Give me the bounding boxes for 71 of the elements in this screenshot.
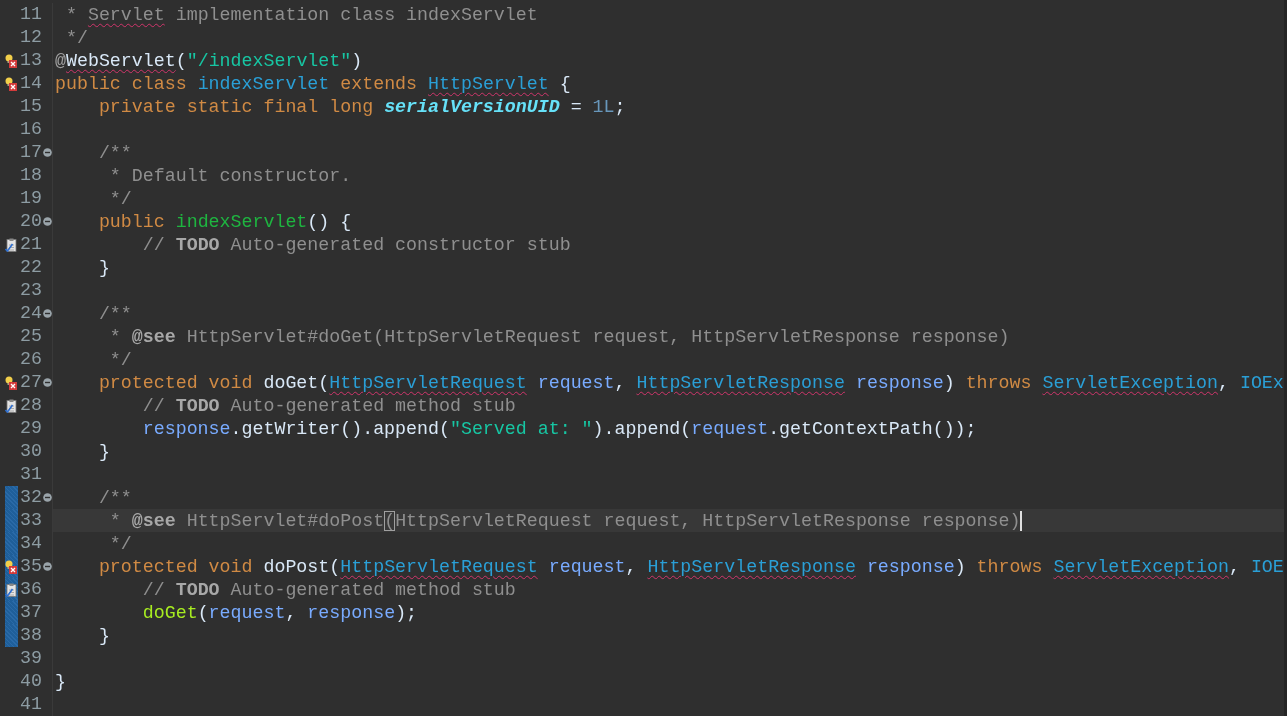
line-number: 37 (19, 601, 42, 624)
fold-minus-icon[interactable] (42, 378, 52, 387)
fold-minus-icon[interactable] (42, 148, 52, 157)
code-line: // TODO Auto-generated method stub (141, 578, 516, 601)
line-number: 25 (19, 325, 42, 348)
fold-minus-icon[interactable] (42, 562, 52, 571)
code-line: * @see HttpServlet#doGet(HttpServletRequest request, HttpServletResponse response) (108, 325, 1010, 348)
line-number: 14 (19, 72, 42, 95)
code-line: public indexServlet() { (97, 210, 352, 233)
code-line: * Default constructor. (108, 164, 352, 187)
clipboard-check-icon (5, 237, 17, 252)
line-number: 39 (19, 647, 42, 670)
line-number: 26 (19, 348, 42, 371)
line-number: 11 (19, 3, 42, 26)
lightbulb-error-icon (5, 375, 17, 390)
line-number: 36 (19, 578, 42, 601)
fold-minus-icon[interactable] (42, 493, 52, 502)
line-number: 38 (19, 624, 42, 647)
line-number: 32 (19, 486, 42, 509)
code-line: doGet(request, response); (141, 601, 418, 624)
code-line: @WebServlet("/indexServlet") (55, 49, 363, 72)
line-number: 18 (19, 164, 42, 187)
code-line: protected void doPost(HttpServletRequest request, HttpServletResponse response) throws ServletException, IOE (97, 555, 1284, 578)
line-number: 27 (19, 371, 42, 394)
code-line: protected void doGet(HttpServletRequest request, HttpServletResponse response) throws ServletException, IOEx (97, 371, 1284, 394)
line-number: 35 (19, 555, 42, 578)
line-number: 15 (19, 95, 42, 118)
line-number: 28 (19, 394, 42, 417)
fold-minus-icon[interactable] (42, 217, 52, 226)
clipboard-check-icon (5, 582, 17, 597)
line-number: 31 (19, 463, 42, 486)
text-cursor (1020, 510, 1023, 531)
code-line: /** (97, 141, 132, 164)
code-line: response.getWriter().append("Served at: ").append(request.getContextPath()); (141, 417, 977, 440)
code-line: * Servlet implementation class indexServlet (64, 3, 538, 26)
code-line: } (97, 440, 110, 463)
line-number: 19 (19, 187, 42, 210)
code-line: private static final long serialVersionUID = 1L; (97, 95, 626, 118)
line-number: 20 (19, 210, 42, 233)
code-line: * @see HttpServlet#doPost(HttpServletRequest request, HttpServletResponse response) (108, 509, 1021, 532)
line-number: 40 (19, 670, 42, 693)
code-line: } (55, 670, 66, 693)
line-number: 24 (19, 302, 42, 325)
line-number: 13 (19, 49, 42, 72)
code-line: public class indexServlet extends HttpServlet { (55, 72, 571, 95)
code-line: */ (108, 187, 132, 210)
lightbulb-error-icon (5, 53, 17, 68)
code-line: } (97, 256, 110, 279)
line-number: 12 (19, 26, 42, 49)
line-number: 34 (19, 532, 42, 555)
code-line: // TODO Auto-generated constructor stub (141, 233, 571, 256)
line-number: 22 (19, 256, 42, 279)
line-number: 29 (19, 417, 42, 440)
line-number: 16 (19, 118, 42, 141)
code-line: } (97, 624, 110, 647)
code-line: // TODO Auto-generated method stub (141, 394, 516, 417)
fold-minus-icon[interactable] (42, 309, 52, 318)
line-number: 30 (19, 440, 42, 463)
line-number: 33 (19, 509, 42, 532)
line-number: 41 (19, 693, 42, 716)
code-line: /** (97, 302, 132, 325)
line-number: 17 (19, 141, 42, 164)
clipboard-check-icon (5, 398, 17, 413)
code-line: */ (108, 348, 132, 371)
code-line: */ (64, 26, 88, 49)
code-line: /** (97, 486, 132, 509)
line-number: 23 (19, 279, 42, 302)
code-line: */ (108, 532, 132, 555)
lightbulb-error-icon (5, 76, 17, 91)
line-number: 21 (19, 233, 42, 256)
lightbulb-error-icon (5, 559, 17, 574)
